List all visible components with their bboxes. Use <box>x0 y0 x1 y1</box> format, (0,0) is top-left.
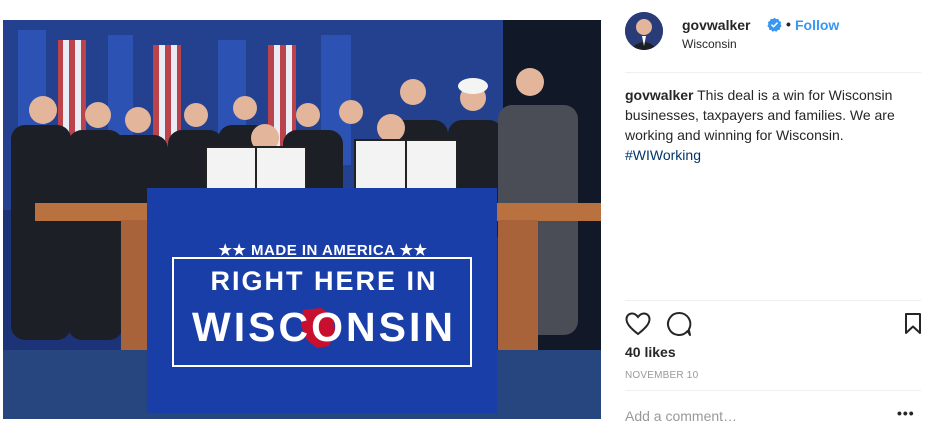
more-options-button[interactable]: ••• <box>897 405 915 421</box>
banner-wisconsin: WISCONSIN <box>192 304 456 350</box>
post-header: govwalker • Follow Wisconsin <box>625 12 921 72</box>
verified-badge-icon <box>767 17 782 32</box>
post-caption: govwalker This deal is a win for Wiscons… <box>625 85 921 165</box>
post-sidebar: govwalker • Follow Wisconsin govwalker T… <box>610 0 936 437</box>
bookmark-icon[interactable] <box>904 312 922 336</box>
comment-input[interactable]: Add a comment… <box>625 408 737 424</box>
post-date: November 10 <box>625 370 699 381</box>
separator-dot: • <box>786 16 791 32</box>
location-link[interactable]: Wisconsin <box>682 37 737 51</box>
header-divider <box>625 72 921 73</box>
actions-divider <box>625 300 921 301</box>
comment-icon[interactable] <box>666 311 692 337</box>
action-bar <box>625 310 921 340</box>
caption-username[interactable]: govwalker <box>625 87 693 103</box>
avatar-image <box>625 12 663 50</box>
photo-scene <box>3 20 601 419</box>
instagram-post: ★★ MADE IN AMERICA ★★ RIGHT HERE IN WISC… <box>0 0 936 437</box>
banner-made-in-america: ★★ MADE IN AMERICA ★★ <box>218 242 428 259</box>
post-photo[interactable]: ★★ MADE IN AMERICA ★★ RIGHT HERE IN WISC… <box>3 20 601 419</box>
comment-divider <box>625 390 921 391</box>
banner-right-here-in: RIGHT HERE IN <box>210 266 438 296</box>
likes-count[interactable]: 40 likes <box>625 344 676 360</box>
heart-icon[interactable] <box>625 312 651 336</box>
follow-button[interactable]: Follow <box>795 17 839 33</box>
hashtag-link[interactable]: #WIWorking <box>625 147 701 163</box>
avatar[interactable] <box>625 12 663 50</box>
username-link[interactable]: govwalker <box>682 17 750 33</box>
